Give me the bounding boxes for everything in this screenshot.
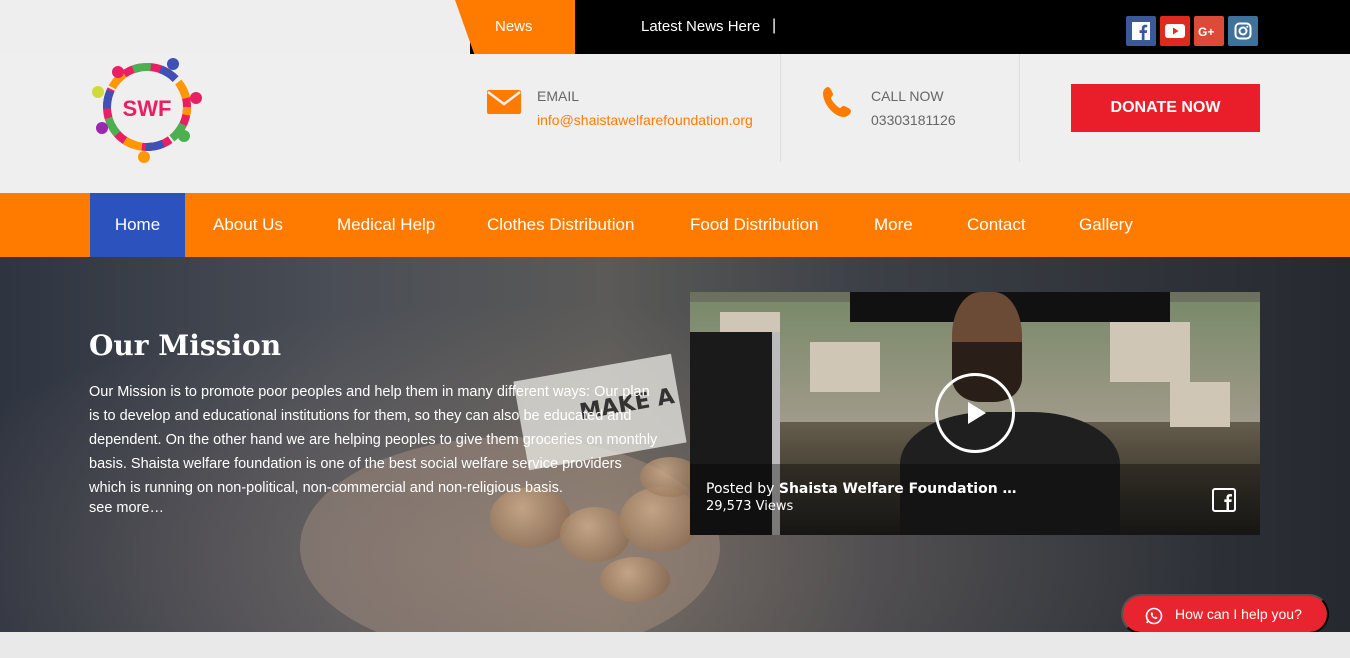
video-house (810, 342, 880, 392)
nav-item-food-distribution[interactable]: Food Distribution (690, 193, 819, 257)
see-more-link[interactable]: see more… (89, 500, 164, 516)
nav-item-more[interactable]: More (874, 193, 913, 257)
swf-logo[interactable]: SWF (88, 52, 206, 170)
nav-item-medical-help[interactable]: Medical Help (337, 193, 435, 257)
phone-icon (820, 84, 856, 125)
nav-item-contact[interactable]: Contact (967, 193, 1026, 257)
video-posted-by: Posted by Shaista Welfare Foundation … (706, 481, 1017, 497)
whatsapp-icon (1145, 607, 1163, 628)
donate-button[interactable]: DONATE NOW (1071, 84, 1260, 132)
phone-link[interactable]: 03303181126 (871, 112, 956, 128)
call-label: CALL NOW (871, 88, 944, 104)
video-house (1170, 382, 1230, 427)
youtube-icon[interactable] (1160, 16, 1190, 46)
coin (600, 557, 670, 602)
top-bar-left (0, 0, 470, 54)
svg-text:SWF: SWF (123, 96, 172, 121)
mission-title: Our Mission (89, 329, 282, 362)
play-icon[interactable] (935, 373, 1015, 453)
latest-news-ticker[interactable]: Latest News Here (641, 18, 760, 35)
header-divider (1019, 54, 1020, 162)
nav-item-about-us[interactable]: About Us (213, 193, 283, 257)
instagram-icon[interactable] (1228, 16, 1258, 46)
email-icon (486, 89, 522, 120)
nav-item-home[interactable]: Home (90, 193, 185, 257)
main-nav: Home About Us Medical Help Clothes Distr… (0, 193, 1350, 257)
mission-text: Our Mission is to promote poor peoples a… (89, 384, 658, 496)
video-author[interactable]: Shaista Welfare Foundation … (779, 481, 1017, 497)
facebook-video-embed[interactable]: Posted by Shaista Welfare Foundation … 2… (690, 292, 1260, 535)
nav-item-gallery[interactable]: Gallery (1079, 193, 1133, 257)
video-house (1110, 322, 1190, 382)
news-label: News (495, 18, 533, 35)
nav-item-clothes-distribution[interactable]: Clothes Distribution (487, 193, 634, 257)
email-link[interactable]: info@shaistawelfarefoundation.org (537, 112, 753, 128)
logo-text: SWF (123, 96, 172, 121)
chat-label: How can I help you? (1175, 606, 1302, 622)
google-plus-icon[interactable]: G+ (1194, 16, 1224, 46)
news-separator: | (772, 17, 777, 34)
email-label: EMAIL (537, 88, 580, 104)
facebook-icon[interactable] (1212, 488, 1236, 512)
header-divider (780, 54, 781, 162)
svg-text:G+: G+ (1198, 25, 1214, 38)
page-bottom (0, 632, 1350, 658)
video-views: 29,573 Views (706, 499, 794, 514)
facebook-icon[interactable] (1126, 16, 1156, 46)
whatsapp-chat-button[interactable]: How can I help you? (1121, 594, 1329, 634)
